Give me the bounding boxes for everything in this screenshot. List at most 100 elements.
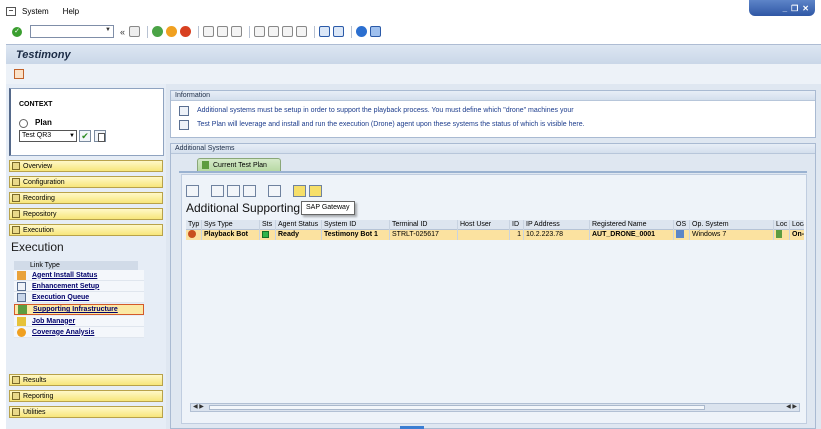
plan-select[interactable]: Test QR3 ▼ xyxy=(19,130,77,142)
section-heading: Execution xyxy=(11,240,64,254)
refresh-icon[interactable] xyxy=(186,185,199,197)
job-icon xyxy=(17,316,26,326)
additional-systems-panel: Additional Systems Current Test Plan Add… xyxy=(170,143,816,429)
column-header[interactable]: Loc xyxy=(774,219,790,230)
column-header[interactable]: Locat xyxy=(790,220,804,230)
tab-current-test-plan[interactable]: Current Test Plan xyxy=(197,158,281,171)
column-header[interactable]: Host User xyxy=(458,219,510,230)
find-icon[interactable] xyxy=(217,26,229,37)
context-heading: CONTEXT xyxy=(19,101,53,108)
link-enhancement-setup[interactable]: Enhancement Setup xyxy=(14,281,144,292)
help-icon[interactable] xyxy=(356,26,368,37)
link-job-manager[interactable]: Job Manager xyxy=(14,316,144,327)
column-header[interactable]: Registered Name xyxy=(590,219,674,230)
new-plan-button[interactable] xyxy=(94,130,106,142)
link-execution-queue[interactable]: Execution Queue xyxy=(14,292,144,303)
save-icon[interactable] xyxy=(129,26,141,37)
info-document-icon xyxy=(179,106,189,116)
info-text-line-2: Test Plan will leverage and install and … xyxy=(197,121,585,128)
column-header[interactable]: IP Address xyxy=(524,219,590,230)
cell-agent-status: Ready xyxy=(276,230,322,240)
cancel-icon[interactable] xyxy=(180,26,192,37)
collapse-chevron-icon[interactable]: « xyxy=(120,27,125,37)
document-icon[interactable] xyxy=(14,69,24,79)
overview-icon xyxy=(12,162,20,170)
column-header[interactable]: Typ xyxy=(186,219,202,230)
find-next-icon[interactable] xyxy=(231,26,243,37)
last-page-icon[interactable] xyxy=(296,26,308,37)
nav-repository[interactable]: Repository xyxy=(9,208,163,220)
system-menu-icon[interactable] xyxy=(6,6,16,16)
exit-icon[interactable] xyxy=(166,26,178,37)
close-button[interactable]: ✕ xyxy=(802,4,809,13)
first-page-icon[interactable] xyxy=(254,26,266,37)
information-heading: Information xyxy=(171,91,815,101)
sap-gateway-icon[interactable] xyxy=(309,185,322,197)
nav-configuration[interactable]: Configuration xyxy=(9,176,163,188)
confirm-plan-button[interactable]: ✔ xyxy=(79,130,91,142)
nav-overview[interactable]: Overview xyxy=(9,160,163,172)
nav-execution[interactable]: Execution xyxy=(9,224,163,236)
scroll-left-icon[interactable]: ◀ ▶ xyxy=(193,403,204,410)
minimize-button[interactable]: _ xyxy=(783,4,787,13)
link-coverage-analysis[interactable]: Coverage Analysis xyxy=(14,327,144,338)
cell-terminal-id: STRLT-025617 xyxy=(390,230,458,240)
cell-system-id: Testimony Bot 1 xyxy=(322,230,390,240)
scrollbar-thumb[interactable] xyxy=(209,405,705,410)
systems-table: Typ Sys Type Sts Agent Status System ID … xyxy=(186,219,804,240)
layout-menu-icon[interactable] xyxy=(370,26,382,37)
column-header[interactable]: Op. System xyxy=(690,219,774,230)
main-area: CONTEXT Plan Test QR3 ▼ ✔ Overview Confi… xyxy=(6,84,821,429)
execution-icon xyxy=(12,226,20,234)
plan-icon xyxy=(19,119,28,128)
info-agent-icon xyxy=(179,120,189,130)
print-icon[interactable] xyxy=(203,26,215,37)
nav-results[interactable]: Results xyxy=(9,374,163,386)
restore-button[interactable]: ❐ xyxy=(791,4,798,13)
menu-help[interactable]: Help xyxy=(63,7,79,16)
additional-systems-heading: Additional Systems xyxy=(171,144,815,154)
queue-icon xyxy=(17,292,26,302)
column-header[interactable]: ID xyxy=(510,219,524,230)
column-header[interactable]: Agent Status xyxy=(276,219,322,230)
column-header[interactable]: Sts xyxy=(260,219,276,230)
copy-icon[interactable] xyxy=(243,185,256,197)
nav-recording[interactable]: Recording xyxy=(9,192,163,204)
back-icon[interactable] xyxy=(152,26,164,37)
left-navigation: CONTEXT Plan Test QR3 ▼ ✔ Overview Confi… xyxy=(6,84,166,429)
nav-label: Recording xyxy=(23,194,55,202)
nav-reporting[interactable]: Reporting xyxy=(9,390,163,402)
enter-check-icon[interactable]: ✓ xyxy=(12,26,22,37)
create-icon[interactable] xyxy=(211,185,224,197)
command-field[interactable] xyxy=(30,25,114,38)
bot-type-icon xyxy=(188,230,196,239)
os-windows-icon xyxy=(676,230,684,239)
info-text-line-1: Additional systems must be setup in orde… xyxy=(197,107,574,114)
link-label: Execution Queue xyxy=(32,293,90,301)
link-supporting-infrastructure[interactable]: Supporting Infrastructure xyxy=(14,304,144,315)
application-toolbar xyxy=(6,64,821,84)
column-header[interactable]: System ID xyxy=(322,219,390,230)
tab-icon xyxy=(202,161,209,169)
link-label: Supporting Infrastructure xyxy=(33,306,118,313)
new-session-icon[interactable] xyxy=(319,26,331,37)
delete-icon[interactable] xyxy=(268,185,281,197)
plan-label: Plan xyxy=(35,118,52,127)
table-row[interactable]: Playback Bot Ready Testimony Bot 1 STRLT… xyxy=(186,230,804,240)
nav-utilities[interactable]: Utilities xyxy=(9,406,163,418)
next-page-icon[interactable] xyxy=(282,26,294,37)
grid-title: Additional Supporting xyxy=(186,201,301,215)
column-header[interactable]: Sys Type xyxy=(202,219,260,230)
nav-label: Results xyxy=(23,376,47,384)
column-header[interactable]: OS xyxy=(674,219,690,230)
shortcut-icon[interactable] xyxy=(333,26,345,37)
scroll-right-icon[interactable]: ◀ ▶ xyxy=(786,403,797,410)
edit-icon[interactable] xyxy=(227,185,240,197)
link-agent-install-status[interactable]: Agent Install Status xyxy=(14,270,144,281)
horizontal-scrollbar[interactable]: ◀ ▶ ◀ ▶ xyxy=(190,403,800,412)
previous-page-icon[interactable] xyxy=(268,26,280,37)
menu-system[interactable]: System xyxy=(22,7,49,16)
install-agent-icon[interactable] xyxy=(293,185,306,197)
cell-id: 1 xyxy=(510,230,524,240)
column-header[interactable]: Terminal ID xyxy=(390,219,458,230)
